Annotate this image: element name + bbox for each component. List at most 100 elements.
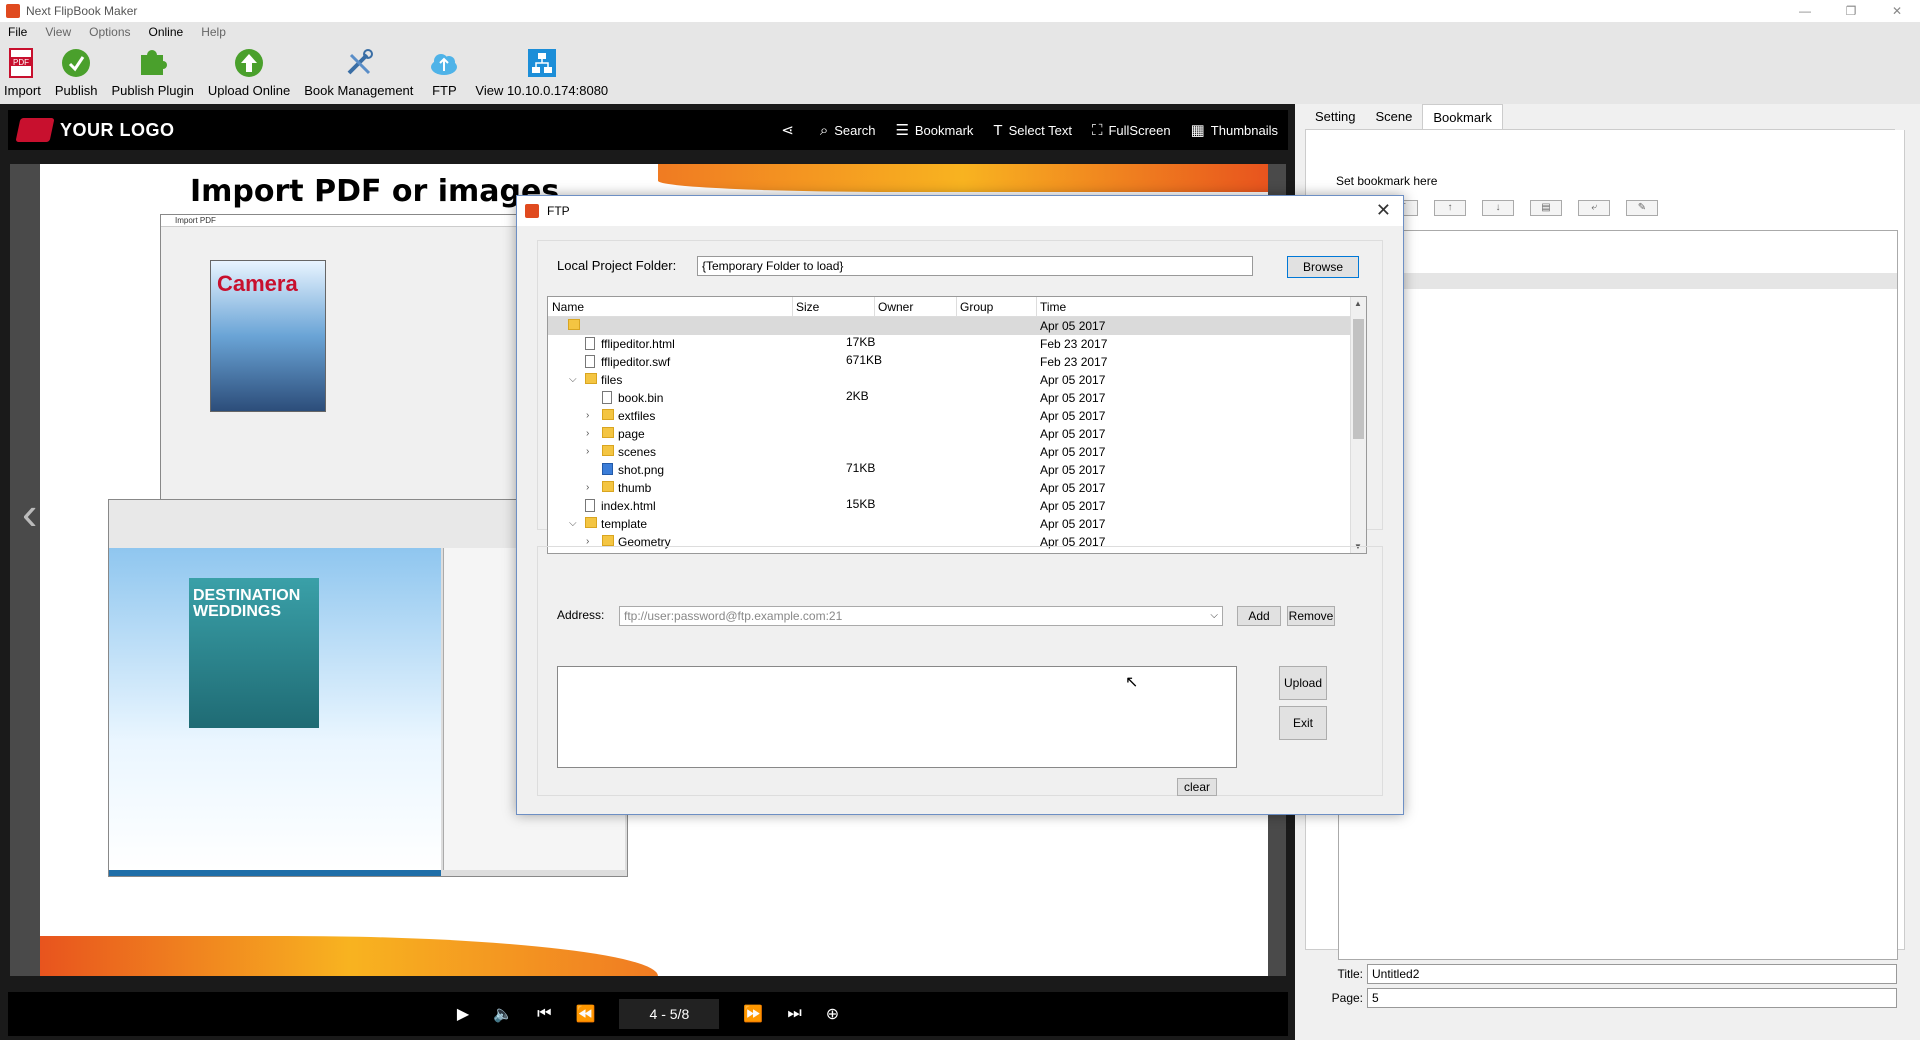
column-time[interactable]: Time	[1040, 300, 1066, 314]
select-text-tool-label: Select Text	[1008, 122, 1072, 138]
column-owner[interactable]: Owner	[878, 300, 913, 314]
title-input[interactable]: Untitled2	[1367, 964, 1897, 984]
file-name: fflipeditor.html	[601, 337, 675, 351]
menu-help[interactable]: Help	[201, 25, 226, 39]
first-page-icon[interactable]: ⏮	[537, 1005, 551, 1023]
file-row[interactable]: › extfiles Apr 05 2017	[548, 407, 1366, 425]
publish-button[interactable]: Publish	[54, 42, 98, 102]
file-row[interactable]: › thumb Apr 05 2017	[548, 479, 1366, 497]
app-icon	[6, 4, 20, 18]
close-icon[interactable]: ✕	[1376, 200, 1391, 221]
scroll-thumb[interactable]	[1353, 319, 1364, 439]
ftp-button[interactable]: FTP	[427, 42, 461, 102]
address-combobox[interactable]: ftp://user:password@ftp.example.com:21 ⌵	[619, 606, 1223, 626]
menu-file[interactable]: File	[8, 25, 27, 39]
file-row[interactable]: index.html 15KB Apr 05 2017	[548, 497, 1366, 515]
publish-button-label: Publish	[54, 83, 98, 98]
page-label: Page:	[1331, 991, 1363, 1005]
column-group[interactable]: Group	[960, 300, 993, 314]
book-management-button[interactable]: Book Management	[304, 42, 413, 102]
column-size[interactable]: Size	[796, 300, 819, 314]
local-folder-label: Local Project Folder:	[557, 258, 677, 273]
column-separator[interactable]	[874, 297, 875, 317]
import-button[interactable]: PDF Import	[4, 42, 41, 102]
scroll-up-icon[interactable]: ▲	[1354, 299, 1362, 308]
upload-button[interactable]: Upload	[1279, 666, 1327, 700]
browse-button[interactable]: Browse	[1287, 256, 1359, 278]
viewer-bottom-bar: ▶ 🔈 ⏮ ⏪ 4 - 5/8 ⏩ ⏭ ⊕	[8, 992, 1288, 1036]
file-row[interactable]: shot.png 71KB Apr 05 2017	[548, 461, 1366, 479]
chevron-down-icon[interactable]: ⌵	[1210, 607, 1218, 625]
column-name[interactable]: Name	[552, 300, 584, 314]
move-up-icon[interactable]: ↑	[1434, 200, 1466, 216]
viewer-top-bar: YOUR LOGO ⋖ ⌕ Search ☰ Bookmark T Select Text ⛶…	[8, 110, 1288, 150]
column-separator[interactable]	[956, 297, 957, 317]
edit-icon[interactable]: ✎	[1626, 200, 1658, 216]
menu-options[interactable]: Options	[89, 25, 130, 39]
exit-button[interactable]: Exit	[1279, 706, 1327, 740]
bookmark-label: Set bookmark here	[1336, 174, 1438, 188]
file-list[interactable]: Name Size Owner Group Time Apr 05 2017 fflipe…	[547, 296, 1367, 554]
delete-icon[interactable]: ▤	[1530, 200, 1562, 216]
volume-icon[interactable]: 🔈	[493, 1004, 513, 1024]
select-text-tool[interactable]: T Select Text	[993, 122, 1072, 139]
file-row[interactable]: Apr 05 2017	[548, 317, 1366, 335]
local-folder-input[interactable]: {Temporary Folder to load}	[697, 256, 1253, 276]
menu-view[interactable]: View	[45, 25, 71, 39]
bookmark-selected-row[interactable]	[1339, 273, 1897, 289]
file-list-scrollbar[interactable]: ▲ ▼	[1350, 297, 1366, 553]
upload-online-button[interactable]: Upload Online	[208, 42, 290, 102]
page-indicator[interactable]: 4 - 5/8	[619, 999, 720, 1029]
tab-bookmark[interactable]: Bookmark	[1422, 104, 1503, 129]
view-server-button[interactable]: View 10.10.0.174:8080	[475, 42, 608, 102]
previous-page-icon[interactable]: ⏪	[575, 1004, 595, 1024]
file-row[interactable]: › page Apr 05 2017	[548, 425, 1366, 443]
tab-setting[interactable]: Setting	[1305, 104, 1365, 129]
minimize-button[interactable]: —	[1782, 0, 1828, 22]
page-input[interactable]: 5	[1367, 988, 1897, 1008]
remove-button[interactable]: Remove	[1287, 606, 1335, 626]
add-button[interactable]: Add	[1237, 606, 1281, 626]
menu-online[interactable]: Online	[149, 25, 184, 39]
clear-button[interactable]: clear	[1177, 778, 1217, 796]
play-icon[interactable]: ▶	[457, 1004, 469, 1024]
column-separator[interactable]	[1036, 297, 1037, 317]
file-row[interactable]: ⌵ template Apr 05 2017	[548, 515, 1366, 533]
close-window-button[interactable]: ✕	[1874, 0, 1920, 22]
publish-plugin-button[interactable]: Publish Plugin	[111, 42, 194, 102]
chevron-down-icon[interactable]: ⌵	[569, 374, 577, 385]
import-button-label: Import	[4, 83, 41, 98]
thumbnails-tool[interactable]: ▦ Thumbnails	[1191, 121, 1278, 139]
bookmark-tool[interactable]: ☰ Bookmark	[895, 121, 973, 139]
last-page-icon[interactable]: ⏭	[787, 1005, 801, 1023]
file-row[interactable]: book.bin 2KB Apr 05 2017	[548, 389, 1366, 407]
main-toolbar: PDF Import Publish Publish Plugin Upload Onl…	[0, 42, 1920, 104]
address-label: Address:	[557, 608, 605, 622]
publish-icon	[59, 46, 93, 80]
folder-icon	[602, 535, 614, 546]
file-row[interactable]: ⌵ files Apr 05 2017	[548, 371, 1366, 389]
indent-icon[interactable]: ⤶	[1578, 200, 1610, 216]
prev-page-arrow-icon[interactable]: ‹	[22, 486, 37, 540]
search-tool[interactable]: ⌕ Search	[820, 122, 876, 139]
restore-button[interactable]: ❐	[1828, 0, 1874, 22]
file-row[interactable]: › scenes Apr 05 2017	[548, 443, 1366, 461]
bookmark-tree[interactable]	[1338, 230, 1898, 960]
chevron-right-icon[interactable]: ›	[586, 446, 589, 457]
column-separator[interactable]	[792, 297, 793, 317]
file-time: Apr 05 2017	[1040, 373, 1106, 387]
move-down-icon[interactable]: ↓	[1482, 200, 1514, 216]
fullscreen-tool[interactable]: ⛶ FullScreen	[1092, 122, 1171, 139]
chevron-right-icon[interactable]: ›	[586, 482, 589, 493]
chevron-right-icon[interactable]: ›	[586, 410, 589, 421]
tab-scene[interactable]: Scene	[1365, 104, 1422, 129]
upload-online-button-label: Upload Online	[207, 83, 291, 98]
file-row[interactable]: fflipeditor.html 17KB Feb 23 2017	[548, 335, 1366, 353]
zoom-in-icon[interactable]: ⊕	[826, 1004, 839, 1024]
chevron-down-icon[interactable]: ⌵	[569, 518, 577, 529]
next-page-icon[interactable]: ⏩	[743, 1004, 763, 1024]
left-page-title: Import PDF or images	[190, 174, 560, 209]
chevron-right-icon[interactable]: ›	[586, 428, 589, 439]
file-row[interactable]: fflipeditor.swf 671KB Feb 23 2017	[548, 353, 1366, 371]
share-tool[interactable]: ⋖	[781, 121, 800, 139]
